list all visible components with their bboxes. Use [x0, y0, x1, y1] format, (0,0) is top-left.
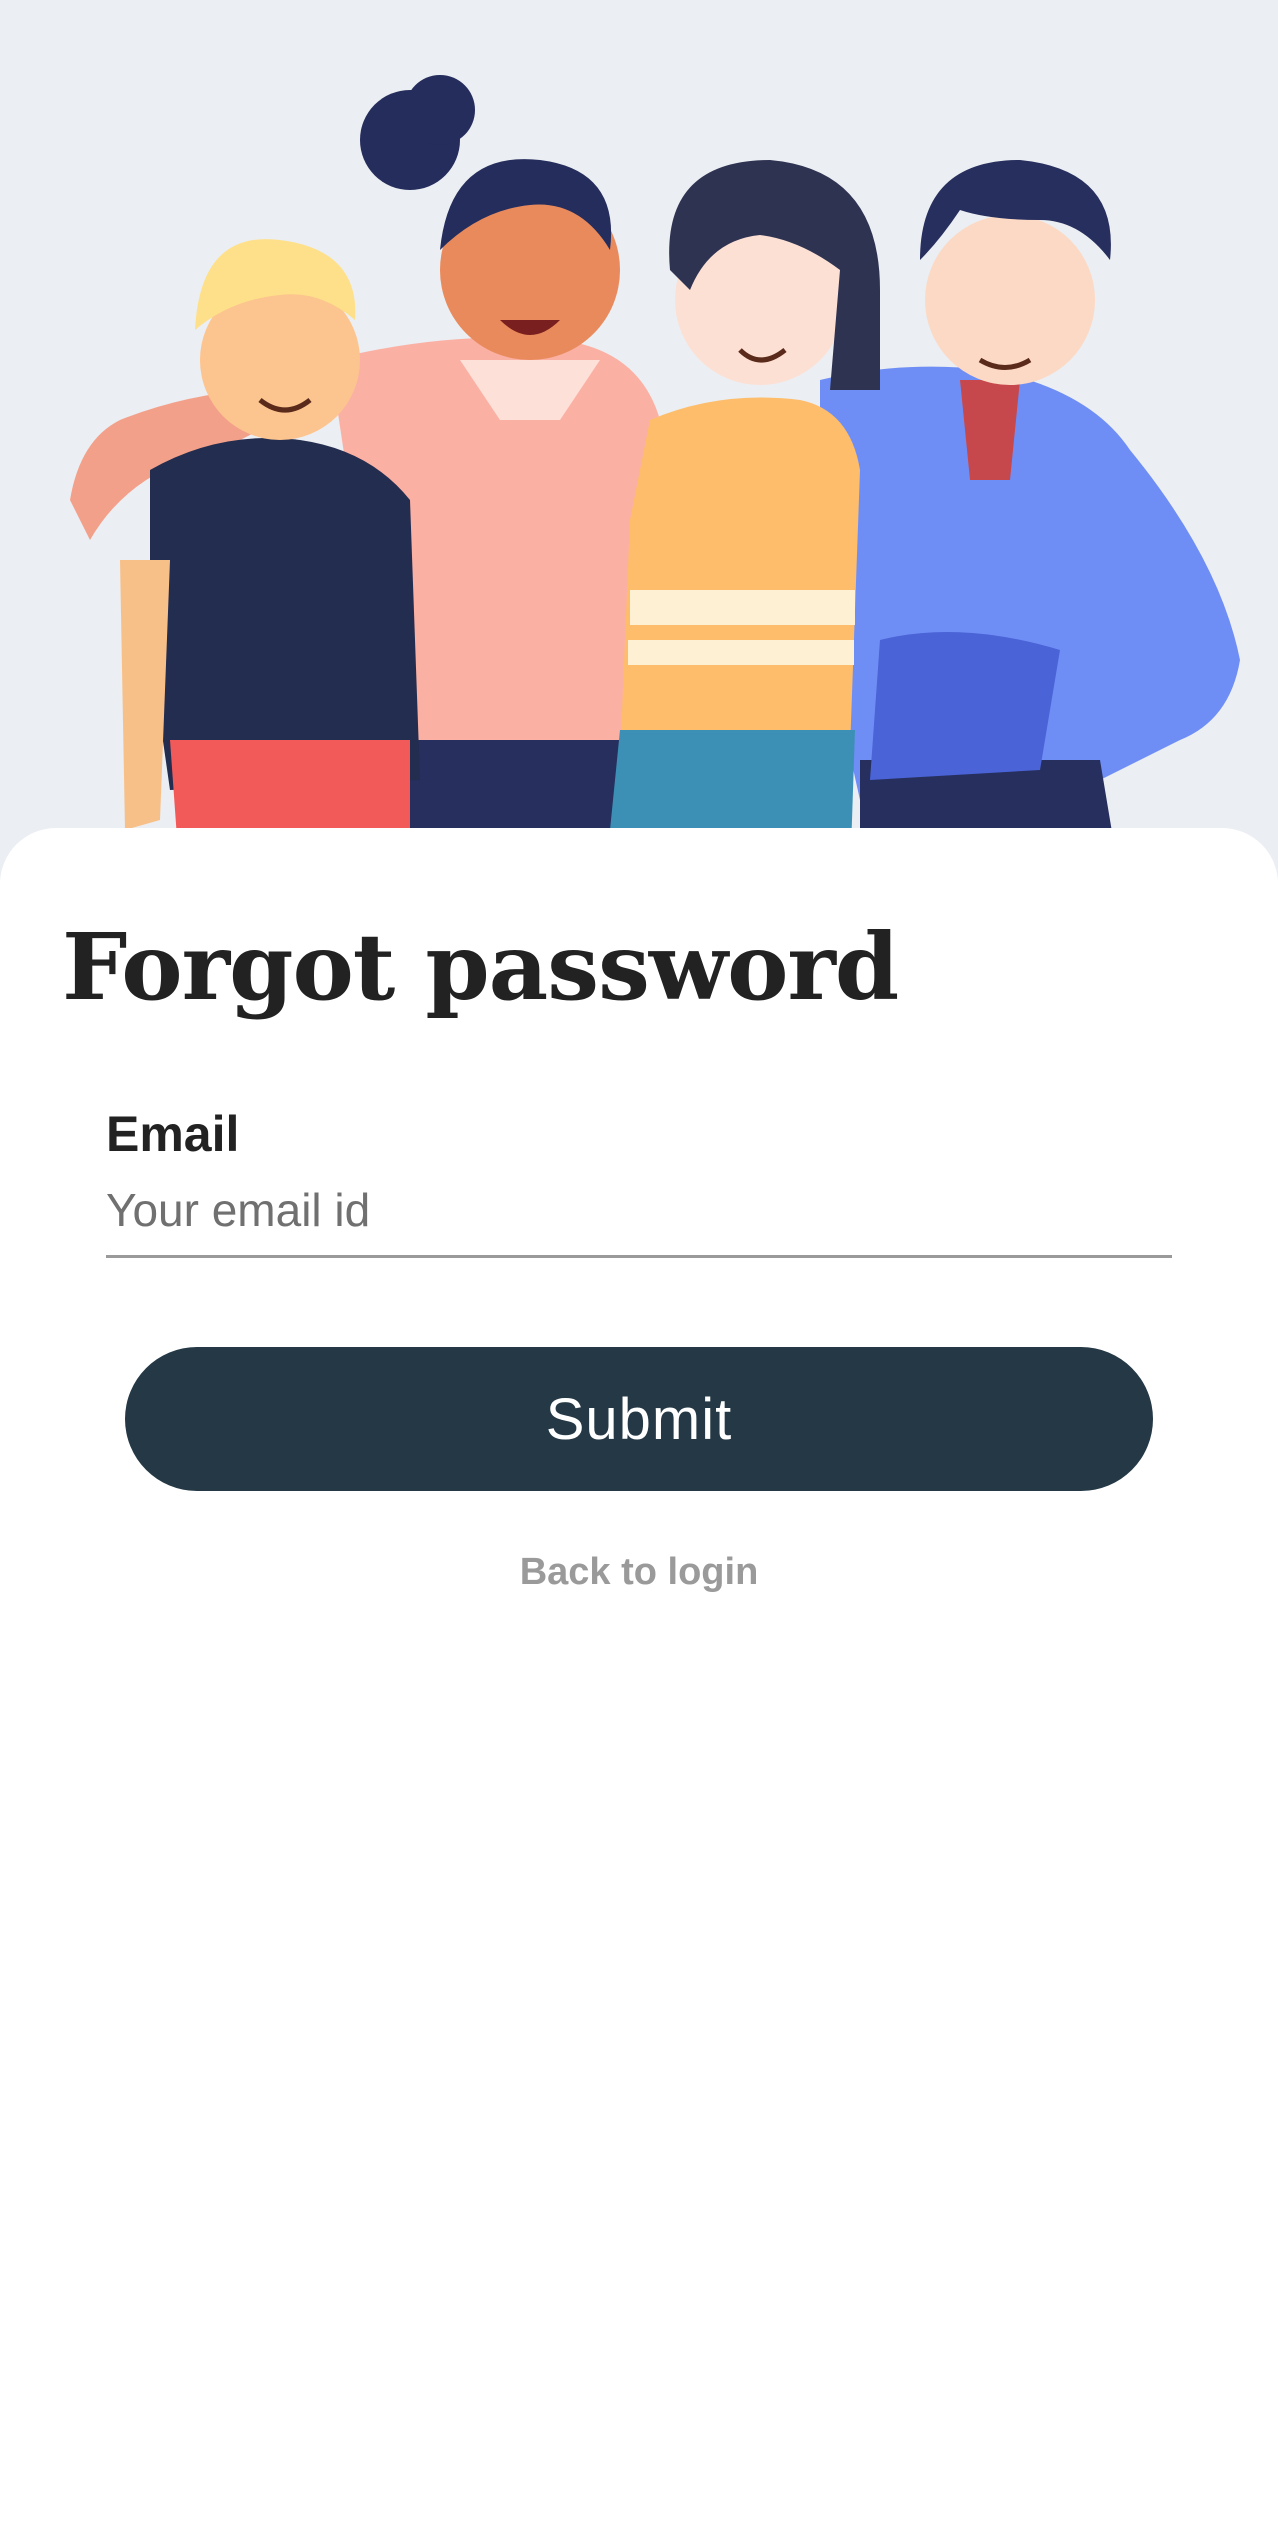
page-title: Forgot password	[62, 913, 899, 1021]
forgot-password-screen: Forgot password Email Submit Back to log…	[0, 0, 1278, 2524]
email-field-group: Email	[106, 1102, 1172, 1258]
hero-illustration	[0, 0, 1278, 880]
friends-illustration	[70, 75, 1240, 880]
email-input[interactable]	[106, 1176, 1172, 1258]
content-sheet	[0, 828, 1278, 2524]
email-label: Email	[106, 1106, 240, 1162]
submit-button-label: Submit	[545, 1386, 733, 1452]
submit-button[interactable]: Submit	[125, 1347, 1153, 1491]
back-to-login-link[interactable]: Back to login	[0, 1548, 1278, 1596]
